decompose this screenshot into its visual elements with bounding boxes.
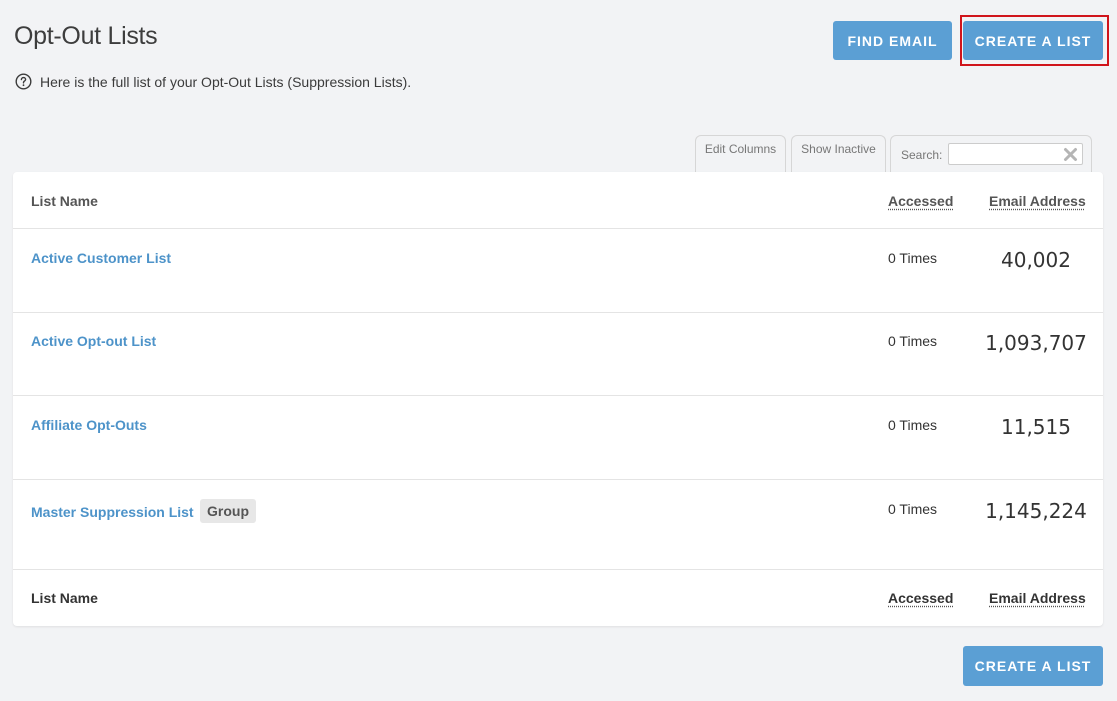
accessed-count: 0 Times [888,250,938,266]
table-footer-row: List Name Accessed Email Address [13,570,1103,626]
list-name-link[interactable]: Active Opt-out List [31,333,156,349]
table-row: Affiliate Opt-Outs 0 Times 11,515 [13,396,1103,480]
search-label: Search: [901,148,943,162]
email-count: 11,515 [1001,415,1071,439]
accessed-count: 0 Times [888,417,938,433]
table-row: Master Suppression List Group 0 Times 1,… [13,480,1103,570]
table-row: Active Customer List 0 Times 40,002 [13,229,1103,313]
accessed-count: 0 Times [888,333,938,349]
accessed-count: 0 Times [888,501,938,517]
list-name-link[interactable]: Master Suppression List [31,504,194,520]
footer-header-accessed[interactable]: Accessed [888,590,953,606]
search-input[interactable] [948,143,1084,165]
table-header-row: List Name Accessed Email Address [13,172,1103,229]
show-inactive-tab[interactable]: Show Inactive [791,135,886,172]
list-name-link[interactable]: Affiliate Opt-Outs [31,417,147,433]
email-count: 1,093,707 [985,331,1087,355]
email-count: 40,002 [1001,248,1071,272]
edit-columns-tab[interactable]: Edit Columns [695,135,786,172]
list-name-link[interactable]: Active Customer List [31,250,171,266]
subtitle-text: Here is the full list of your Opt-Out Li… [40,73,412,90]
group-badge: Group [200,499,256,523]
clear-x-icon[interactable] [1063,147,1078,162]
footer-header-list-name[interactable]: List Name [31,590,98,606]
column-header-email-address[interactable]: Email Address [989,193,1086,209]
page-title: Opt-Out Lists [14,22,158,50]
email-count: 1,145,224 [985,499,1087,523]
find-email-button[interactable]: FIND EMAIL [833,21,952,60]
create-list-button[interactable]: CREATE A LIST [963,21,1103,60]
column-header-accessed[interactable]: Accessed [888,193,953,209]
search-tab: Search: [890,135,1092,172]
page-subtitle: Here is the full list of your Opt-Out Li… [15,73,411,90]
create-list-button-bottom[interactable]: CREATE A LIST [963,646,1103,686]
footer-header-email-address[interactable]: Email Address [989,590,1086,606]
table-row: Active Opt-out List 0 Times 1,093,707 [13,313,1103,396]
question-circle-icon [15,73,32,90]
opt-out-lists-table: List Name Accessed Email Address Active … [13,172,1103,626]
column-header-list-name[interactable]: List Name [31,193,98,209]
